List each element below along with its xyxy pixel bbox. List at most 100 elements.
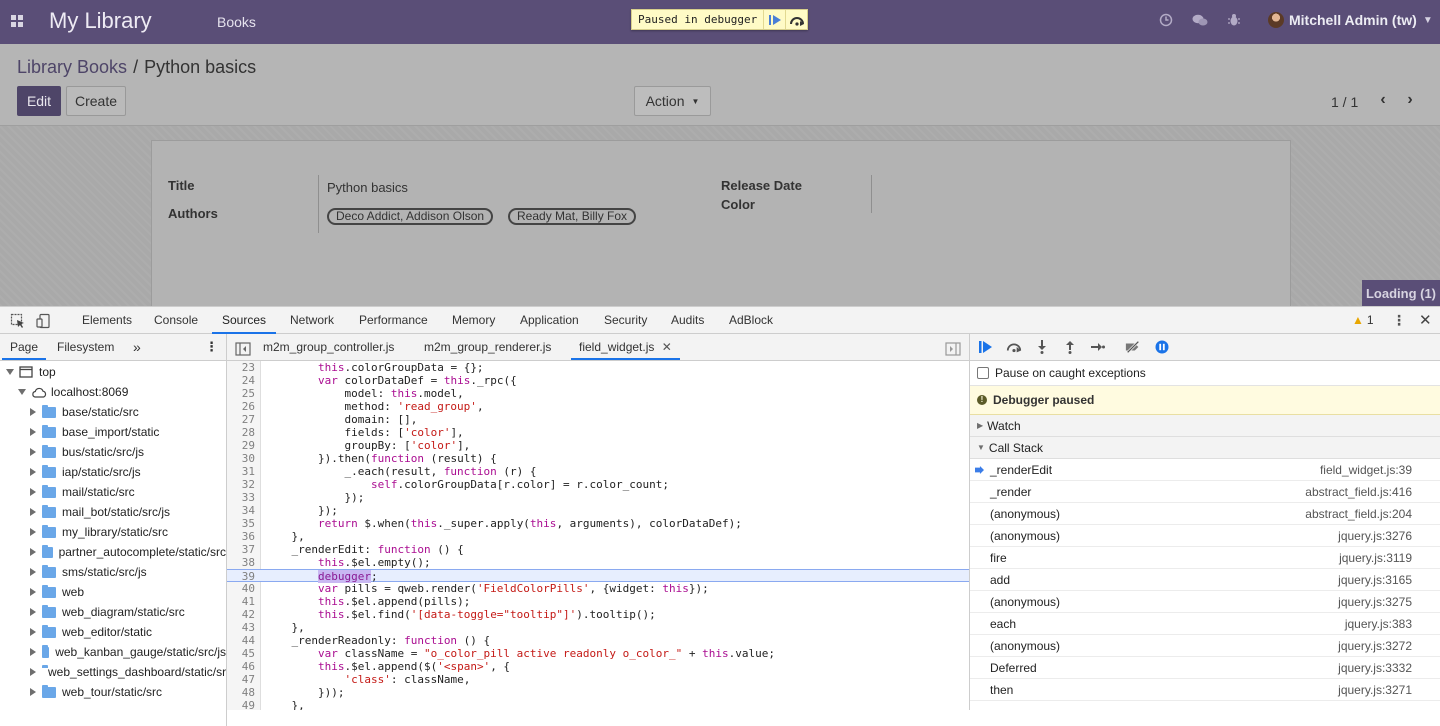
- call-frame-location[interactable]: abstract_field.js:204: [1305, 507, 1412, 521]
- pager-previous-icon[interactable]: ‹: [1376, 92, 1390, 108]
- call-frame-location[interactable]: jquery.js:3275: [1338, 595, 1412, 609]
- tab-filesystem[interactable]: Filesystem: [57, 334, 114, 360]
- tab-network[interactable]: Network: [290, 307, 334, 334]
- line-number[interactable]: 36: [227, 530, 255, 543]
- toggle-navigator-icon[interactable]: [235, 339, 251, 356]
- pause-on-exceptions-icon[interactable]: [1154, 339, 1170, 355]
- call-frame-location[interactable]: jquery.js:3271: [1338, 683, 1412, 697]
- pause-on-caught-exceptions[interactable]: Pause on caught exceptions: [970, 361, 1440, 386]
- call-frame[interactable]: Deferred jquery.js:3332: [970, 657, 1440, 679]
- tree-item-folder[interactable]: mail_bot/static/src/js: [0, 502, 226, 522]
- line-number[interactable]: 34: [227, 504, 255, 517]
- step-icon[interactable]: [1090, 339, 1106, 355]
- breadcrumb-library-books[interactable]: Library Books: [17, 57, 127, 77]
- call-frame[interactable]: add jquery.js:3165: [970, 569, 1440, 591]
- call-frame-location[interactable]: jquery.js:383: [1345, 617, 1412, 631]
- tab-memory[interactable]: Memory: [452, 307, 495, 334]
- line-number[interactable]: 43: [227, 621, 255, 634]
- line-number[interactable]: 25: [227, 387, 255, 400]
- tree-item-folder[interactable]: web_kanban_gauge/static/src/js: [0, 642, 226, 662]
- resume-script-icon[interactable]: [978, 339, 994, 355]
- step-into-icon[interactable]: [1034, 339, 1050, 355]
- inspect-element-icon[interactable]: [10, 313, 26, 329]
- navigator-menu-icon[interactable]: ⋮: [205, 334, 218, 360]
- tab-sources[interactable]: Sources: [212, 307, 277, 334]
- call-stack-section-header[interactable]: ▼ Call Stack: [970, 437, 1440, 459]
- tree-item-folder[interactable]: mail/static/src: [0, 482, 226, 502]
- call-frame-location[interactable]: jquery.js:3272: [1338, 639, 1412, 653]
- toggle-debugger-icon[interactable]: [945, 339, 961, 356]
- line-number[interactable]: 35: [227, 517, 255, 530]
- tab-console[interactable]: Console: [154, 307, 198, 334]
- device-toolbar-icon[interactable]: [36, 313, 52, 329]
- resume-icon[interactable]: [763, 10, 785, 29]
- call-frame[interactable]: (anonymous) jquery.js:3275: [970, 591, 1440, 613]
- step-over-icon[interactable]: [785, 10, 807, 29]
- call-frame[interactable]: (anonymous) jquery.js:3276: [970, 525, 1440, 547]
- line-number[interactable]: 31: [227, 465, 255, 478]
- tree-item-folder[interactable]: web_diagram/static/src: [0, 602, 226, 622]
- tab-page[interactable]: Page: [2, 334, 47, 360]
- call-frame[interactable]: each jquery.js:383: [970, 613, 1440, 635]
- tab-application[interactable]: Application: [520, 307, 579, 334]
- deactivate-breakpoints-icon[interactable]: [1125, 339, 1141, 355]
- call-frame-location[interactable]: jquery.js:3276: [1338, 529, 1412, 543]
- tree-item-folder[interactable]: my_library/static/src: [0, 522, 226, 542]
- line-number[interactable]: 47: [227, 673, 255, 686]
- step-over-icon[interactable]: [1006, 339, 1022, 355]
- line-number[interactable]: 41: [227, 595, 255, 608]
- menu-books[interactable]: Books: [217, 14, 256, 30]
- tree-item-folder[interactable]: sms/static/src/js: [0, 562, 226, 582]
- call-frame-location[interactable]: abstract_field.js:416: [1305, 485, 1412, 499]
- line-number[interactable]: 46: [227, 660, 255, 673]
- call-frame-location[interactable]: jquery.js:3119: [1339, 551, 1412, 565]
- more-options-icon[interactable]: ⋮: [1392, 312, 1406, 329]
- apps-menu-icon[interactable]: [11, 15, 23, 27]
- line-number[interactable]: 24: [227, 374, 255, 387]
- line-number[interactable]: 28: [227, 426, 255, 439]
- step-out-icon[interactable]: [1062, 339, 1078, 355]
- line-number[interactable]: 48: [227, 686, 255, 699]
- create-button[interactable]: Create: [66, 86, 126, 116]
- line-number[interactable]: 38: [227, 556, 255, 569]
- tree-item-folder[interactable]: iap/static/src/js: [0, 462, 226, 482]
- chat-bubbles-icon[interactable]: [1192, 13, 1208, 29]
- user-menu[interactable]: Mitchell Admin (tw) ▼: [1268, 12, 1433, 28]
- line-number[interactable]: 44: [227, 634, 255, 647]
- editor-tab-m2m-group-controller[interactable]: m2m_group_controller.js: [263, 334, 394, 360]
- tree-item-folder[interactable]: bus/static/src/js: [0, 442, 226, 462]
- tree-item-top[interactable]: top: [0, 362, 226, 382]
- call-frame-location[interactable]: jquery.js:3165: [1338, 573, 1412, 587]
- warning-counter[interactable]: ▲ 1: [1352, 313, 1374, 327]
- tree-item-folder[interactable]: web_tour/static/src: [0, 682, 226, 702]
- activity-clock-icon[interactable]: [1158, 13, 1174, 29]
- line-number[interactable]: 37: [227, 543, 255, 556]
- pager-value[interactable]: 1 / 1: [1331, 94, 1358, 110]
- tab-adblock[interactable]: AdBlock: [729, 307, 773, 334]
- line-number[interactable]: 29: [227, 439, 255, 452]
- call-frame-location[interactable]: jquery.js:3332: [1338, 661, 1412, 675]
- watch-section-header[interactable]: ▶ Watch: [970, 415, 1440, 437]
- call-frame[interactable]: _renderEdit field_widget.js:39: [970, 459, 1440, 481]
- pause-caught-checkbox[interactable]: [977, 367, 989, 379]
- line-number[interactable]: 49: [227, 699, 255, 710]
- call-frame[interactable]: _render abstract_field.js:416: [970, 481, 1440, 503]
- tab-security[interactable]: Security: [604, 307, 647, 334]
- tree-item-folder[interactable]: web_editor/static: [0, 622, 226, 642]
- tree-item-folder[interactable]: base_import/static: [0, 422, 226, 442]
- tree-item-folder[interactable]: base/static/src: [0, 402, 226, 422]
- editor-tab-field-widget[interactable]: field_widget.js ✕: [571, 334, 680, 360]
- more-tabs-icon[interactable]: »: [133, 334, 141, 360]
- close-tab-icon[interactable]: ✕: [662, 340, 672, 354]
- app-title[interactable]: My Library: [49, 8, 152, 34]
- line-number[interactable]: 42: [227, 608, 255, 621]
- code-editor[interactable]: 23 this.colorGroupData = {}; 24 var color…: [227, 361, 969, 710]
- tree-item-folder[interactable]: partner_autocomplete/static/src: [0, 542, 226, 562]
- tree-item-folder[interactable]: web: [0, 582, 226, 602]
- tab-elements[interactable]: Elements: [82, 307, 132, 334]
- tab-audits[interactable]: Audits: [671, 307, 704, 334]
- call-frame-location[interactable]: field_widget.js:39: [1320, 463, 1412, 477]
- bug-debug-icon[interactable]: [1226, 13, 1242, 29]
- close-devtools-icon[interactable]: ✕: [1419, 311, 1432, 329]
- call-frame[interactable]: then jquery.js:3271: [970, 679, 1440, 701]
